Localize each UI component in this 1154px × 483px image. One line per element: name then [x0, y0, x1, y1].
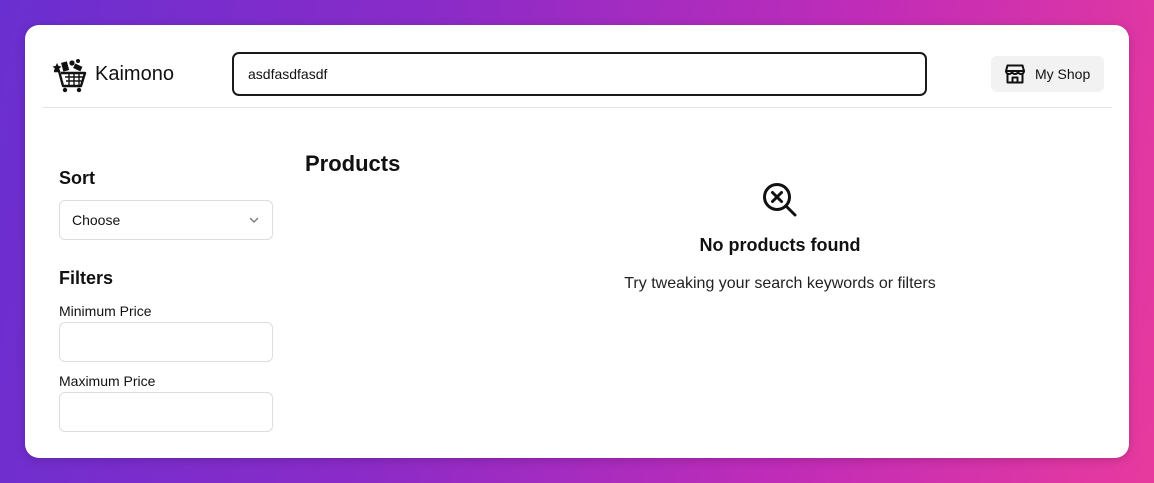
- brand-name[interactable]: Kaimono: [95, 63, 174, 86]
- empty-state-title: No products found: [699, 235, 861, 255]
- shopping-cart-logo-icon[interactable]: [52, 57, 88, 93]
- my-shop-label: My Shop: [1035, 66, 1091, 82]
- sort-select-value: Choose: [72, 212, 121, 228]
- sort-heading: Sort: [59, 168, 95, 188]
- store-icon: [1005, 64, 1025, 84]
- top-bar: Kaimono My Shop: [42, 25, 1112, 108]
- empty-state-subtitle: Try tweaking your search keywords or fil…: [624, 275, 936, 292]
- my-shop-button[interactable]: My Shop: [991, 56, 1104, 92]
- search-input[interactable]: [232, 52, 927, 96]
- sort-select[interactable]: Choose: [59, 200, 273, 240]
- min-price-input[interactable]: [59, 322, 273, 362]
- max-price-label: Maximum Price: [59, 373, 156, 389]
- min-price-label: Minimum Price: [59, 303, 152, 319]
- search-x-icon: [763, 183, 797, 217]
- filters-heading: Filters: [59, 268, 114, 288]
- page-title: Products: [305, 151, 401, 176]
- app-window: Kaimono My Shop Sort Choose Filters Mini…: [25, 25, 1129, 458]
- max-price-input[interactable]: [59, 392, 273, 432]
- chevron-down-icon: [249, 217, 259, 223]
